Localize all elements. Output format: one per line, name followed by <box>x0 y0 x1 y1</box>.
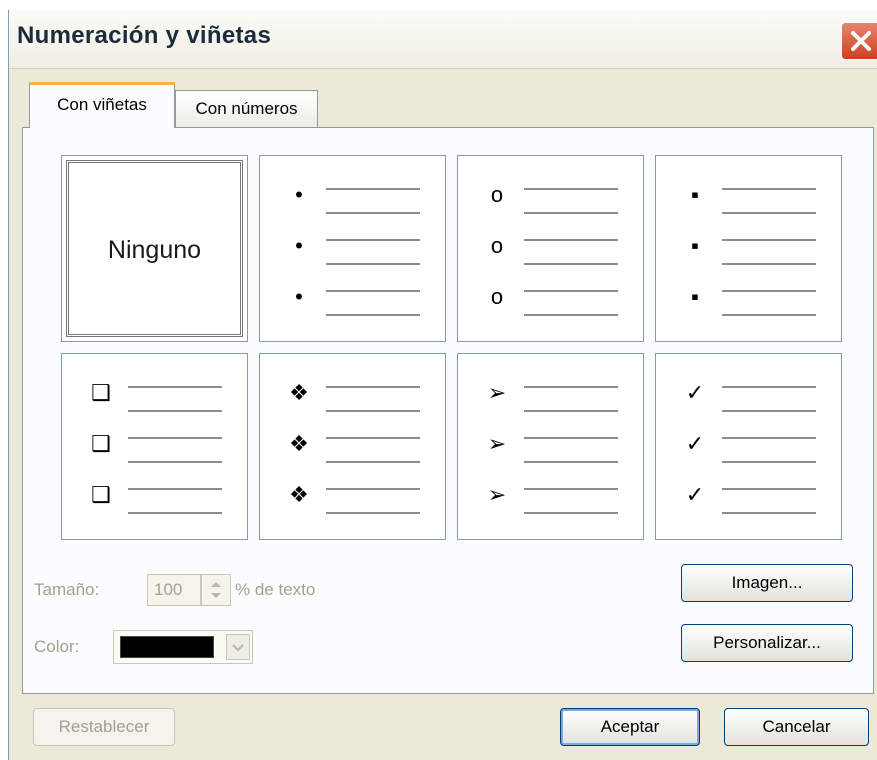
bullet-option-arrow[interactable]: ➢ ➢ ➢ <box>457 353 644 540</box>
bullet-option-diamond[interactable]: ❖ ❖ ❖ <box>259 353 446 540</box>
bullet-arrow-icon: ➢ <box>487 482 507 507</box>
bullet-option-square[interactable]: ▪ ▪ ▪ <box>655 155 842 342</box>
bullet-diamond-icon: ❖ <box>289 482 309 507</box>
bullet-square-icon: ▪ <box>691 182 699 207</box>
bullet-dot-icon: • <box>295 182 303 207</box>
size-input[interactable]: 100 <box>147 574 201 606</box>
tab-numbered[interactable]: Con números <box>175 90 318 128</box>
bullet-box-icon: ❑ <box>91 431 111 456</box>
bullet-circle-icon: o <box>490 182 504 207</box>
bullet-option-check[interactable]: ✓ ✓ ✓ <box>655 353 842 540</box>
bullet-box-icon: ❑ <box>91 482 111 507</box>
close-icon <box>851 31 871 51</box>
bullet-arrow-icon: ➢ <box>487 380 507 405</box>
bullet-check-icon: ✓ <box>685 380 705 405</box>
chevron-down-icon <box>232 644 244 652</box>
bullet-diamond-icon: ❖ <box>289 431 309 456</box>
none-label: Ninguno <box>107 236 202 264</box>
bullet-dot-icon: • <box>295 233 303 258</box>
bullet-option-none[interactable]: Ninguno <box>61 155 248 342</box>
customize-button[interactable]: Personalizar... <box>681 624 853 662</box>
title-bar[interactable]: Numeración y viñetas <box>9 10 877 69</box>
reset-button[interactable]: Restablecer <box>33 708 175 746</box>
bullet-option-box[interactable]: ❑ ❑ ❑ <box>61 353 248 540</box>
color-label: Color: <box>34 637 80 656</box>
bullet-circle-icon: o <box>490 284 504 309</box>
spinner-arrows-icon <box>211 582 221 598</box>
bullet-square-icon: ▪ <box>691 233 699 258</box>
tab-panel: Ninguno • • • o o o ▪ ▪ ▪ ❑ ❑ ❑ ❖ ❖ ❖ ➢ … <box>22 127 874 694</box>
size-spinner[interactable] <box>201 574 231 606</box>
color-picker[interactable] <box>113 630 253 664</box>
bullet-option-dot[interactable]: • • • <box>259 155 446 342</box>
size-unit-label: % de texto <box>235 580 316 599</box>
bullet-square-icon: ▪ <box>691 284 699 309</box>
color-swatch <box>120 636 214 658</box>
bullet-option-circle[interactable]: o o o <box>457 155 644 342</box>
ok-button[interactable]: Aceptar <box>560 708 700 746</box>
image-button[interactable]: Imagen... <box>681 564 853 602</box>
dialog-title: Numeración y viñetas <box>17 22 272 49</box>
color-dropdown-button[interactable] <box>226 634 250 660</box>
bullet-dot-icon: • <box>295 284 303 309</box>
bullets-numbering-dialog: Numeración y viñetas Con viñetas Con núm… <box>8 10 877 760</box>
bullet-arrow-icon: ➢ <box>487 431 507 456</box>
tab-bulleted[interactable]: Con viñetas <box>29 82 175 128</box>
bullet-diamond-icon: ❖ <box>289 380 309 405</box>
cancel-button[interactable]: Cancelar <box>724 708 869 746</box>
bullet-check-icon: ✓ <box>685 431 705 456</box>
bullet-check-icon: ✓ <box>685 482 705 507</box>
bullet-box-icon: ❑ <box>91 380 111 405</box>
close-button[interactable] <box>841 22 877 60</box>
size-label: Tamaño: <box>34 580 100 599</box>
bullet-circle-icon: o <box>490 233 504 258</box>
